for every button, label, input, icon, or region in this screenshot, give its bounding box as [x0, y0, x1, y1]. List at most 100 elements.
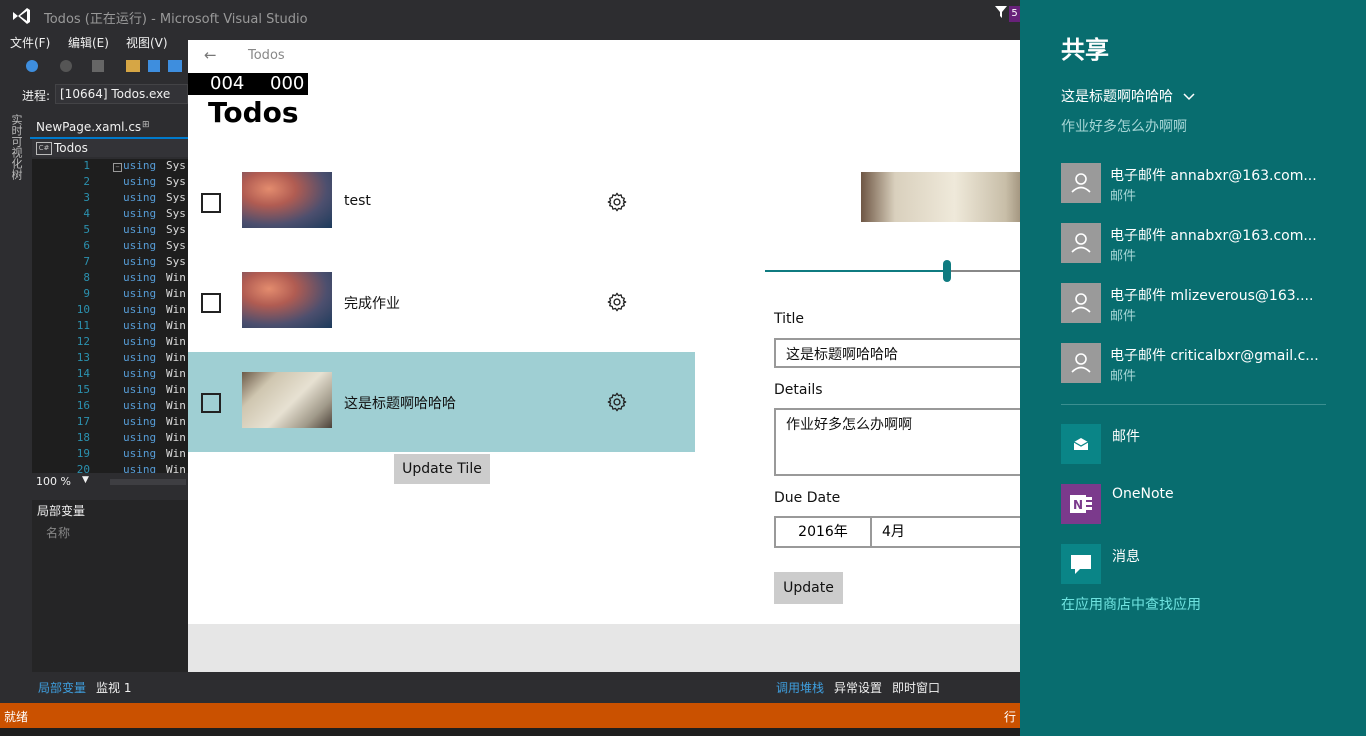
- debug-tool-tabs: 局部变量 监视 1 调用堆栈 异常设置 即时窗口: [32, 676, 1020, 698]
- code-editor[interactable]: 1 using Sys 2 using Sys 3 using Sys 4 using Sys 5 usi…: [32, 159, 188, 473]
- tab-watch[interactable]: 监视 1: [96, 679, 131, 696]
- details-label: Details: [774, 382, 823, 398]
- app-name: OneNote: [1112, 486, 1174, 502]
- notification-badge[interactable]: 5: [1009, 6, 1020, 22]
- code-line: 20 using Win: [32, 463, 188, 473]
- line-number: 13: [76, 351, 90, 364]
- todo-thumbnail: [242, 272, 332, 328]
- pin-icon[interactable]: ⊞: [142, 120, 150, 130]
- code-text: Sys: [166, 239, 186, 252]
- taskbar-strip: [0, 728, 1020, 736]
- todo-thumbnail: [242, 372, 332, 428]
- editor-navigation-bar[interactable]: C# Todos: [32, 139, 188, 157]
- details-field[interactable]: 作业好多怎么办啊啊: [774, 408, 1020, 476]
- live-visual-tree-tab[interactable]: 实时可视化树: [8, 114, 24, 180]
- save-icon[interactable]: [148, 60, 160, 72]
- share-contact[interactable]: 电子邮件 criticalbxr@gmail.c... 邮件: [1061, 343, 1331, 384]
- share-target-app[interactable]: N OneNote: [1061, 484, 1331, 524]
- code-text: Win: [166, 287, 186, 300]
- collapse-outline-icon[interactable]: −: [113, 163, 122, 172]
- due-date-year[interactable]: 2016年: [776, 518, 872, 546]
- todo-checkbox[interactable]: [201, 293, 221, 313]
- todo-item[interactable]: 这是标题啊哈哈哈: [188, 352, 695, 452]
- todo-thumbnail: [242, 172, 332, 228]
- code-keyword: using: [123, 223, 157, 236]
- contact-avatar-icon: [1061, 223, 1101, 263]
- app-caption: Todos: [248, 48, 285, 63]
- code-keyword: using: [123, 207, 157, 220]
- share-divider: [1061, 404, 1326, 405]
- update-tile-button[interactable]: Update Tile: [394, 454, 490, 484]
- line-number: 20: [76, 463, 90, 473]
- tab-exception-settings[interactable]: 异常设置: [834, 679, 882, 696]
- locals-title: 局部变量: [37, 504, 86, 518]
- slider-thumb[interactable]: [943, 260, 951, 282]
- todo-title: 这是标题啊哈哈哈: [344, 396, 456, 412]
- open-folder-icon[interactable]: [126, 60, 140, 72]
- line-number: 1: [83, 159, 90, 172]
- code-line: 18 using Win: [32, 431, 188, 447]
- save-all-icon[interactable]: [168, 60, 182, 72]
- code-keyword: using: [123, 271, 157, 284]
- line-number: 5: [83, 223, 90, 236]
- code-line: 19 using Win: [32, 447, 188, 463]
- tab-locals[interactable]: 局部变量: [38, 679, 86, 696]
- editor-tab-label: NewPage.xaml.cs: [36, 120, 142, 134]
- todo-checkbox[interactable]: [201, 393, 221, 413]
- code-text: Win: [166, 399, 186, 412]
- code-keyword: using: [123, 287, 157, 300]
- share-subject-dropdown[interactable]: 这是标题啊哈哈哈: [1061, 86, 1195, 106]
- vs-toolbar: [0, 54, 188, 82]
- share-contact[interactable]: 电子邮件 mlizeverous@163.... 邮件: [1061, 283, 1331, 324]
- line-number: 4: [83, 207, 90, 220]
- back-arrow-icon[interactable]: ←: [204, 46, 217, 64]
- todo-item[interactable]: 完成作业: [188, 252, 695, 352]
- todo-checkbox[interactable]: [201, 193, 221, 213]
- mail-icon: [1061, 424, 1101, 464]
- share-contact[interactable]: 电子邮件 annabxr@163.com... 邮件: [1061, 163, 1331, 204]
- code-line: 8 using Win: [32, 271, 188, 287]
- code-keyword: using: [123, 399, 157, 412]
- onenote-icon: N: [1061, 484, 1101, 524]
- zoom-selector[interactable]: 100 % ▼: [32, 474, 188, 490]
- due-date-month[interactable]: 4月: [882, 518, 905, 546]
- tab-immediate-window[interactable]: 即时窗口: [892, 679, 940, 696]
- code-text: Win: [166, 367, 186, 380]
- due-date-picker[interactable]: 2016年 4月: [774, 516, 1020, 548]
- menu-file[interactable]: 文件(F): [10, 34, 50, 51]
- menu-view[interactable]: 视图(V): [126, 34, 168, 51]
- editor-document-tab[interactable]: NewPage.xaml.cs ⊞: [30, 117, 188, 139]
- horizontal-scrollbar[interactable]: [110, 479, 186, 485]
- code-keyword: using: [123, 319, 157, 332]
- tab-call-stack[interactable]: 调用堆栈: [776, 679, 824, 696]
- back-circle-icon[interactable]: [26, 60, 38, 72]
- new-project-icon[interactable]: [92, 60, 104, 72]
- menu-edit[interactable]: 编辑(E): [68, 34, 109, 51]
- filter-icon[interactable]: [995, 6, 1007, 18]
- title-field[interactable]: 这是标题啊哈哈哈: [774, 338, 1020, 368]
- process-select[interactable]: [10664] Todos.exe: [55, 84, 188, 104]
- share-target-app[interactable]: 消息: [1061, 544, 1331, 584]
- navigation-class-label: Todos: [54, 141, 88, 155]
- gear-icon[interactable]: [606, 391, 628, 413]
- forward-circle-icon[interactable]: [60, 60, 72, 72]
- code-keyword: using: [123, 431, 157, 444]
- code-line: 13 using Win: [32, 351, 188, 367]
- line-number: 3: [83, 191, 90, 204]
- locals-name-column[interactable]: 名称: [46, 524, 70, 541]
- code-line: 9 using Win: [32, 287, 188, 303]
- line-number: 15: [76, 383, 90, 396]
- counter-left: 004: [210, 73, 245, 94]
- code-keyword: using: [123, 175, 157, 188]
- share-target-app[interactable]: 邮件: [1061, 424, 1331, 464]
- code-text: Win: [166, 447, 186, 460]
- gear-icon[interactable]: [606, 191, 628, 213]
- share-contact[interactable]: 电子邮件 annabxr@163.com... 邮件: [1061, 223, 1331, 264]
- share-subject-text: 这是标题啊哈哈哈: [1061, 89, 1173, 105]
- line-number: 7: [83, 255, 90, 268]
- todo-item[interactable]: test: [188, 152, 695, 252]
- update-button[interactable]: Update: [774, 572, 843, 604]
- store-link[interactable]: 在应用商店中查找应用: [1061, 594, 1201, 614]
- share-pane: 共享 这是标题啊哈哈哈 作业好多怎么办啊啊 在应用商店中查找应用 电子邮件 an…: [1020, 0, 1366, 736]
- gear-icon[interactable]: [606, 291, 628, 313]
